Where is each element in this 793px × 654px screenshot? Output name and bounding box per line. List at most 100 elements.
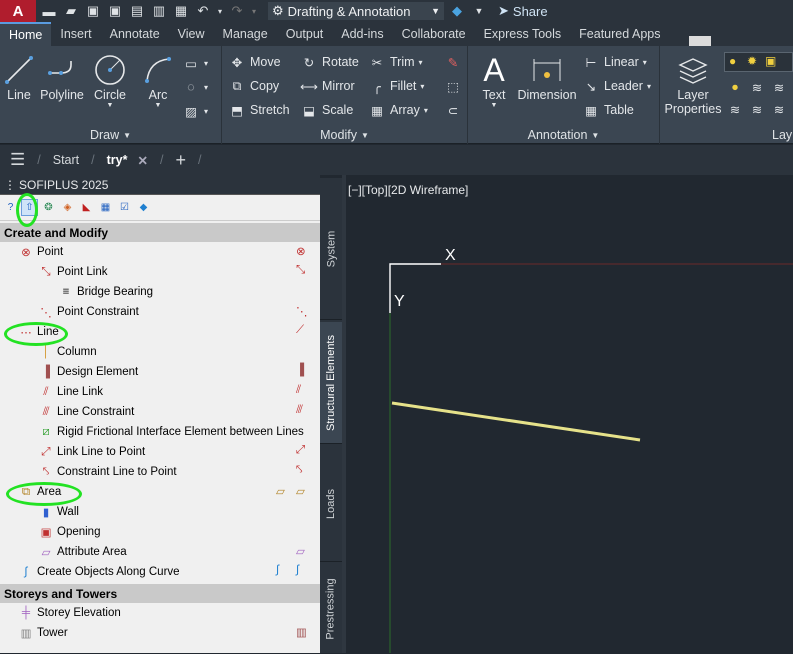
- curve-action-icon-2[interactable]: ∫: [296, 564, 314, 580]
- copy-button[interactable]: ⧉ Copy: [228, 75, 280, 97]
- tree-item-link-line-to-point[interactable]: ⤢ Link Line to Point ⤢: [0, 442, 320, 462]
- scale-button[interactable]: ⬓ Scale: [300, 99, 353, 121]
- drawing-canvas[interactable]: [−][Top][2D Wireframe] X Y: [346, 175, 793, 653]
- constraint-line-point-action-icon[interactable]: ⤣: [296, 464, 314, 480]
- app-logo[interactable]: A: [0, 0, 36, 22]
- section-create-modify[interactable]: Create and Modify: [0, 223, 320, 242]
- point-constraint-action-icon[interactable]: ⋱: [296, 304, 314, 320]
- tree-item-point[interactable]: ⊗ Point ⊗: [0, 242, 320, 262]
- design-element-action-icon[interactable]: ▐: [296, 364, 314, 380]
- tab-collaborate[interactable]: Collaborate: [393, 22, 475, 46]
- tree-item-point-link[interactable]: ⤡ Point Link ⤡: [0, 262, 320, 282]
- tab-annotate[interactable]: Annotate: [101, 22, 169, 46]
- offset-button[interactable]: ⊂: [444, 99, 462, 121]
- tab-add-ins[interactable]: Add-ins: [332, 22, 392, 46]
- layer-stack-icon[interactable]: ◆: [448, 2, 466, 20]
- tree-item-design-element[interactable]: ▐ Design Element ▐: [0, 362, 320, 382]
- move-button[interactable]: ✥ Move: [228, 51, 281, 73]
- undo-dropdown-icon[interactable]: ▾: [216, 2, 224, 20]
- linear-button[interactable]: ⊢ Linear ▾: [582, 51, 647, 73]
- qat-customize-icon[interactable]: ▼: [470, 2, 488, 20]
- dimension-button[interactable]: Dimension: [517, 52, 577, 102]
- rotate-button[interactable]: ↻ Rotate: [300, 51, 359, 73]
- tree-item-line-constraint[interactable]: ⫻ Line Constraint ⫻: [0, 402, 320, 422]
- polyline-button[interactable]: Polyline: [38, 52, 86, 102]
- layer-tool-1[interactable]: ● ≋ ≋: [726, 76, 788, 98]
- side-tab-loads[interactable]: Loads: [320, 446, 342, 562]
- trim-button[interactable]: ✂ Trim ▾: [368, 51, 423, 73]
- workspace-dropdown[interactable]: ⚙ Drafting & Annotation ▼: [268, 2, 444, 20]
- new-file-icon[interactable]: ▬: [40, 2, 58, 20]
- grid-table-icon[interactable]: ▦: [97, 199, 114, 216]
- area-action-icon-1[interactable]: ▱: [276, 484, 294, 500]
- tab-express-tools[interactable]: Express Tools: [475, 22, 571, 46]
- text-button[interactable]: A Text ▼: [472, 52, 516, 110]
- line-constraint-action-icon[interactable]: ⫻: [296, 404, 314, 420]
- arc-button[interactable]: Arc ▼: [136, 52, 180, 109]
- redo-icon[interactable]: ↷: [228, 2, 246, 20]
- close-icon[interactable]: ✕: [137, 153, 147, 168]
- explode-button[interactable]: ⬚: [444, 75, 462, 97]
- line-action-icon[interactable]: ⟋: [296, 324, 314, 340]
- array-button[interactable]: ▦ Array ▾: [368, 99, 428, 121]
- table-button[interactable]: ▦ Table: [582, 99, 634, 121]
- section-storeys-towers[interactable]: Storeys and Towers: [0, 584, 320, 603]
- modify-panel-title[interactable]: Modify ▼: [222, 126, 467, 144]
- tree-item-opening[interactable]: ▣ Opening: [0, 522, 320, 542]
- stretch-button[interactable]: ⬒ Stretch: [228, 99, 290, 121]
- draw-panel-title[interactable]: Draw ▼: [0, 126, 221, 144]
- layer-properties-button[interactable]: Layer Properties: [662, 52, 724, 116]
- boundary-button[interactable]: ▨ ▾: [182, 100, 208, 122]
- fillet-button[interactable]: ╭ Fillet ▾: [368, 75, 424, 97]
- circle-button[interactable]: Circle ▼: [88, 52, 132, 109]
- tree-item-rigid-frictional-interface[interactable]: ⧄ Rigid Frictional Interface Element betw…: [0, 422, 320, 442]
- share-file-icon[interactable]: ▥: [150, 2, 168, 20]
- hatch-button[interactable]: ◌ ▾: [182, 76, 208, 98]
- point-link-action-icon[interactable]: ⤡: [296, 264, 314, 280]
- layer-dropdown[interactable]: ● ✹ ▣: [724, 52, 793, 72]
- redo-dropdown-icon[interactable]: ▾: [250, 2, 258, 20]
- side-tab-prestressing[interactable]: Prestressing: [320, 564, 342, 654]
- point-action-icon[interactable]: ⊗: [296, 244, 314, 260]
- share-button[interactable]: ➤ Share: [498, 3, 548, 19]
- flag-icon[interactable]: ◣: [78, 199, 95, 216]
- annotation-panel-title[interactable]: Annotation ▼: [468, 126, 659, 144]
- save-icon[interactable]: ▣: [84, 2, 102, 20]
- tab-featured-apps[interactable]: Featured Apps: [570, 22, 669, 46]
- leader-button[interactable]: ↘ Leader ▾: [582, 75, 651, 97]
- tab-home[interactable]: Home: [0, 22, 52, 46]
- open-folder-icon[interactable]: ▰: [62, 2, 80, 20]
- layer-tool-2[interactable]: ≋ ≋ ≋: [726, 98, 788, 120]
- area-action-icon-2[interactable]: ▱: [296, 484, 314, 500]
- tree-item-storey-elevation[interactable]: ╪ Storey Elevation: [0, 603, 320, 623]
- layers-blue-icon[interactable]: ◆: [135, 199, 152, 216]
- mask-icon[interactable]: ❂: [40, 199, 57, 216]
- tab-insert[interactable]: Insert: [51, 22, 100, 46]
- tree-item-point-constraint[interactable]: ⋱ Point Constraint ⋱: [0, 302, 320, 322]
- side-tab-system[interactable]: System: [320, 178, 342, 320]
- ribbon-display-toggle[interactable]: [689, 36, 711, 46]
- print-icon[interactable]: ▦: [172, 2, 190, 20]
- tower-action-icon[interactable]: ▥: [296, 625, 314, 641]
- tab-output[interactable]: Output: [277, 22, 333, 46]
- checklist-icon[interactable]: ☑: [116, 199, 133, 216]
- drawn-line[interactable]: [391, 401, 641, 442]
- tab-manage[interactable]: Manage: [214, 22, 277, 46]
- new-tab-plus-icon[interactable]: +: [165, 145, 196, 175]
- cloud-icon[interactable]: ▤: [128, 2, 146, 20]
- tree-item-line-link[interactable]: ⫽ Line Link ⫽: [0, 382, 320, 402]
- tab-view[interactable]: View: [169, 22, 214, 46]
- save-as-icon[interactable]: ▣: [106, 2, 124, 20]
- tab-current-document[interactable]: try* ✕: [97, 145, 158, 175]
- line-button[interactable]: Line: [0, 52, 38, 102]
- tree-item-constraint-line-to-point[interactable]: ⤣ Constraint Line to Point ⤣: [0, 462, 320, 482]
- attribute-area-action-icon[interactable]: ▱: [296, 544, 314, 560]
- tree-item-tower[interactable]: ▥ Tower ▥: [0, 623, 320, 643]
- link-line-point-action-icon[interactable]: ⤢: [296, 444, 314, 460]
- side-tab-structural-elements[interactable]: Structural Elements: [320, 322, 342, 444]
- mirror-button[interactable]: ⟷ Mirror: [300, 75, 355, 97]
- materials-icon[interactable]: ◈: [59, 199, 76, 216]
- curve-action-icon-1[interactable]: ∫: [276, 564, 294, 580]
- rectangle-button[interactable]: ▭ ▾: [182, 52, 208, 74]
- layers-panel-title[interactable]: Lay: [772, 126, 792, 144]
